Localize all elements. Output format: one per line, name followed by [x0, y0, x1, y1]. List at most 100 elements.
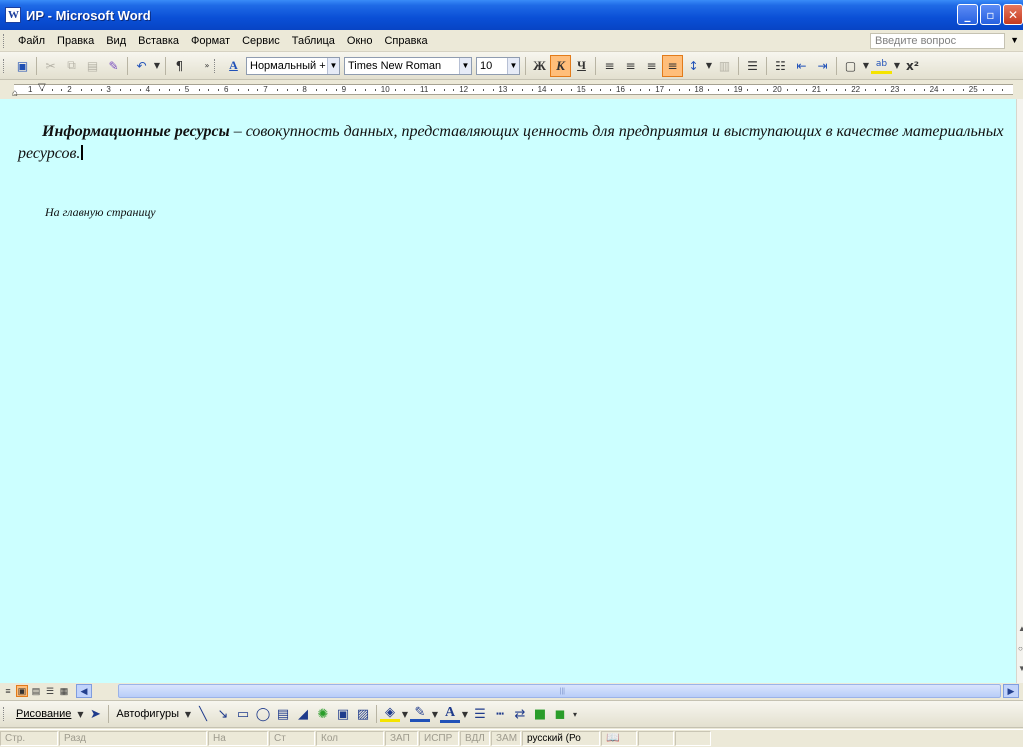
wordart-icon[interactable]: ◢ [293, 703, 313, 725]
font-size-dropdown-icon[interactable]: ▼ [507, 57, 519, 74]
3d-style-icon[interactable]: ◼ [550, 703, 570, 725]
align-right-icon[interactable]: ≡ [641, 55, 662, 77]
menu-window[interactable]: Окно [341, 35, 379, 47]
menu-tools[interactable]: Сервис [236, 35, 286, 47]
left-indent-icon[interactable]: ⌂ [12, 88, 18, 99]
horizontal-ruler[interactable]: 1 2 3 4 5 6 7 8 9 10 11 12 13 14 15 16 17 18 19 20 21 22 23 24 2… [0, 81, 1023, 99]
document-area[interactable]: Информационные ресурсы – совокупность да… [0, 99, 1016, 683]
font-select[interactable]: Times New Roman ▼ [344, 56, 472, 75]
borders-icon[interactable]: ▢ [840, 55, 861, 77]
paste-icon[interactable]: ▤ [82, 55, 103, 77]
autoshapes-button[interactable]: Автофигуры [112, 708, 183, 720]
save-icon[interactable]: ▣ [12, 55, 33, 77]
scroll-left-icon[interactable]: ◀ [76, 684, 92, 698]
diagram-icon[interactable]: ✺ [313, 703, 333, 725]
italic-button[interactable]: К [550, 54, 571, 77]
font-color-icon[interactable]: A [440, 705, 460, 723]
menu-table[interactable]: Таблица [286, 35, 341, 47]
underline-button[interactable]: Ч [571, 55, 592, 77]
scroll-thumb[interactable]: ||| [118, 684, 1001, 698]
vertical-scrollbar[interactable]: ▲ ○ ▼ [1016, 99, 1023, 683]
clipart-icon[interactable]: ▣ [333, 703, 353, 725]
line-spacing-icon[interactable]: ↕ [683, 55, 704, 77]
spelling-status-icon[interactable]: 📖 [601, 731, 637, 746]
copy-icon[interactable]: ⧉ [61, 55, 82, 77]
ask-question-input[interactable]: Введите вопрос [870, 33, 1005, 49]
oval-icon[interactable]: ◯ [253, 703, 273, 725]
status-overtype[interactable]: ЗАМ [491, 731, 521, 746]
styles-pane-icon[interactable]: A [223, 55, 244, 77]
definition-paragraph[interactable]: Информационные ресурсы – совокупность да… [18, 121, 1013, 165]
line-style-icon[interactable]: ☰ [470, 703, 490, 725]
fill-color-dropdown-icon[interactable]: ▼ [400, 703, 410, 725]
rectangle-icon[interactable]: ▭ [233, 703, 253, 725]
cut-icon[interactable]: ✂ [40, 55, 61, 77]
maximize-button[interactable]: ▫ [980, 4, 1001, 25]
style-select[interactable]: Нормальный + к ▼ [246, 56, 340, 75]
outline-view-icon[interactable]: ☰ [44, 685, 56, 697]
horizontal-scrollbar[interactable]: ||| [118, 684, 1001, 698]
font-size-select[interactable]: 10 ▼ [476, 56, 520, 75]
word-app-icon[interactable]: W [5, 7, 21, 23]
reading-view-icon[interactable]: ▦ [58, 685, 70, 697]
justify-icon[interactable]: ≡ [662, 54, 683, 77]
menu-format[interactable]: Формат [185, 35, 236, 47]
shadow-icon[interactable]: ■ [530, 703, 550, 725]
browse-object-icon[interactable]: ○ [1018, 644, 1023, 653]
highlight-dropdown-icon[interactable]: ▼ [892, 55, 902, 77]
arrow-style-icon[interactable]: ⇄ [510, 703, 530, 725]
home-page-link[interactable]: На главную страницу [45, 205, 156, 220]
toolbar-grip-handle[interactable] [3, 58, 6, 73]
web-view-icon[interactable]: ▣ [16, 685, 28, 697]
draw-dropdown-icon[interactable]: ▼ [75, 703, 85, 725]
first-line-indent-icon[interactable]: ▽ [38, 82, 46, 93]
close-button[interactable]: ✕ [1003, 4, 1023, 25]
undo-icon[interactable]: ↶ [131, 55, 152, 77]
increase-indent-icon[interactable]: ⇥ [812, 55, 833, 77]
prev-page-icon[interactable]: ▲ [1018, 624, 1023, 633]
status-track[interactable]: ИСПР [419, 731, 459, 746]
bold-button[interactable]: Ж [529, 55, 550, 77]
line-color-dropdown-icon[interactable]: ▼ [430, 703, 440, 725]
style-dropdown-icon[interactable]: ▼ [327, 57, 339, 74]
toolbar-options-icon[interactable]: » [202, 55, 212, 77]
format-grip-handle[interactable] [214, 58, 217, 73]
line-icon[interactable]: ╲ [193, 703, 213, 725]
undo-dropdown-icon[interactable]: ▼ [152, 55, 162, 77]
format-painter-icon[interactable]: ✎ [103, 55, 124, 77]
menu-view[interactable]: Вид [100, 35, 132, 47]
align-center-icon[interactable]: ≡ [620, 55, 641, 77]
arrow-icon[interactable]: ↘ [213, 703, 233, 725]
borders-dropdown-icon[interactable]: ▼ [861, 55, 871, 77]
ask-dropdown-icon[interactable]: ▼ [1010, 35, 1019, 45]
show-formatting-button[interactable]: ¶ [169, 55, 190, 77]
font-color-dropdown-icon[interactable]: ▼ [460, 703, 470, 725]
dash-style-icon[interactable]: ┅ [490, 703, 510, 725]
drawing-options-icon[interactable]: ▾ [570, 703, 580, 725]
numbering-icon[interactable]: ☰ [742, 55, 763, 77]
superscript-button[interactable]: x² [902, 55, 923, 77]
font-dropdown-icon[interactable]: ▼ [459, 57, 471, 74]
line-color-icon[interactable]: ✎ [410, 705, 430, 722]
status-extend[interactable]: ВДЛ [460, 731, 490, 746]
minimize-button[interactable]: _ [957, 4, 978, 25]
decrease-indent-icon[interactable]: ⇤ [791, 55, 812, 77]
bullets-icon[interactable]: ☷ [770, 55, 791, 77]
scroll-right-icon[interactable]: ▶ [1003, 684, 1019, 698]
print-layout-icon[interactable]: ▤ [30, 685, 42, 697]
columns-icon[interactable]: ▥ [714, 55, 735, 77]
select-objects-icon[interactable]: ➤ [85, 703, 105, 725]
line-spacing-dropdown-icon[interactable]: ▼ [704, 55, 714, 77]
highlight-icon[interactable]: ab [871, 58, 892, 74]
menu-help[interactable]: Справка [378, 35, 433, 47]
fill-color-icon[interactable]: ◈ [380, 705, 400, 722]
autoshapes-dropdown-icon[interactable]: ▼ [183, 703, 193, 725]
menu-edit[interactable]: Правка [51, 35, 100, 47]
status-rec[interactable]: ЗАП [385, 731, 418, 746]
normal-view-icon[interactable]: ≡ [2, 685, 14, 697]
draw-menu-button[interactable]: Рисование [12, 708, 75, 720]
text-box-icon[interactable]: ▤ [273, 703, 293, 725]
picture-icon[interactable]: ▨ [353, 703, 373, 725]
menu-grip-handle[interactable] [3, 33, 6, 48]
menu-file[interactable]: Файл [12, 35, 51, 47]
